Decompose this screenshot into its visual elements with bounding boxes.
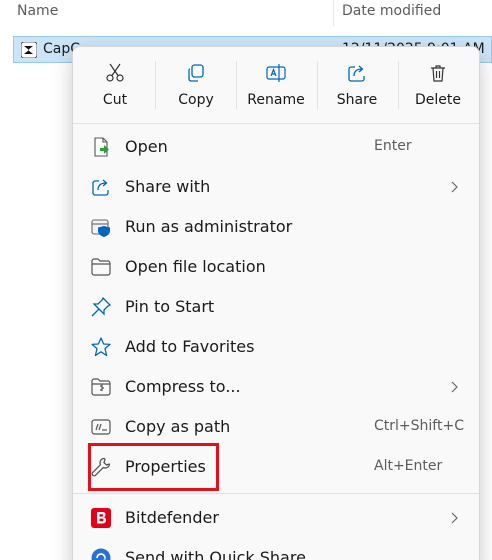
menu-item-run-as-administrator[interactable]: Run as administrator [79,209,473,245]
rename-icon [266,64,286,82]
pin-icon [91,297,111,317]
share-button[interactable]: Share [318,57,396,113]
menu-item-label: Copy as path [125,417,231,436]
menu-item-label: Pin to Start [125,297,215,316]
chevron-right-icon [451,181,458,193]
copy-icon [188,64,204,82]
quick-action-divider [155,61,156,109]
menu-item-open-file-location[interactable]: Open file location [79,249,473,285]
column-header-name[interactable]: Name [17,3,58,19]
chevron-right-icon [451,381,458,393]
menu-item-copy-as-path[interactable]: Copy as path Ctrl+Shift+C [79,409,473,445]
menu-divider [73,123,479,124]
share-with-icon [92,179,109,196]
capcut-app-icon [21,42,37,58]
chevron-right-icon [451,512,458,524]
quick-actions-bar: Cut Copy Rename Share Delete [73,47,479,123]
path-icon [91,419,111,435]
menu-item-shortcut: Alt+Enter [374,458,443,474]
menu-item-send-with-quick-share[interactable]: Send with Quick Share [79,540,473,560]
rename-button[interactable]: Rename [237,57,315,113]
trash-icon [431,65,445,82]
delete-button[interactable]: Delete [399,57,477,113]
menu-item-label: Compress to... [125,377,241,396]
column-header: Name Date modified [0,0,492,26]
menu-item-label: Bitdefender [125,508,219,527]
menu-item-add-to-favorites[interactable]: Add to Favorites [79,329,473,365]
menu-item-label: Add to Favorites [125,337,255,356]
star-icon [91,337,111,357]
delete-label: Delete [415,92,461,108]
menu-item-share-with[interactable]: Share with [79,169,473,205]
scissors-icon [106,63,124,82]
zip-folder-icon [91,378,111,396]
rename-label: Rename [247,92,305,108]
menu-item-label: Run as administrator [125,217,293,236]
menu-item-open[interactable]: Open Enter [79,129,473,165]
copy-label: Copy [178,92,214,108]
menu-item-shortcut: Ctrl+Shift+C [374,418,464,434]
menu-item-label: Share with [125,177,211,196]
open-file-icon [94,137,109,157]
cut-label: Cut [102,92,128,108]
highlight-box [88,443,219,491]
cut-button[interactable]: Cut [76,57,154,113]
menu-item-label: Open [125,137,168,156]
menu-item-label: Send with Quick Share [125,548,306,560]
column-divider[interactable] [333,0,334,26]
shield-icon [91,219,110,237]
menu-item-bitdefender[interactable]: Bitdefender [79,500,473,536]
menu-divider [73,493,479,494]
copy-button[interactable]: Copy [157,57,235,113]
folder-icon [91,258,111,276]
quick-share-icon [91,548,111,560]
share-icon [348,65,365,82]
menu-item-label: Open file location [125,257,266,276]
share-label: Share [336,92,378,108]
column-header-date-modified[interactable]: Date modified [342,3,441,19]
menu-item-shortcut: Enter [374,138,412,154]
bitdefender-icon [91,508,111,528]
menu-item-pin-to-start[interactable]: Pin to Start [79,289,473,325]
menu-item-compress-to[interactable]: Compress to... [79,369,473,405]
